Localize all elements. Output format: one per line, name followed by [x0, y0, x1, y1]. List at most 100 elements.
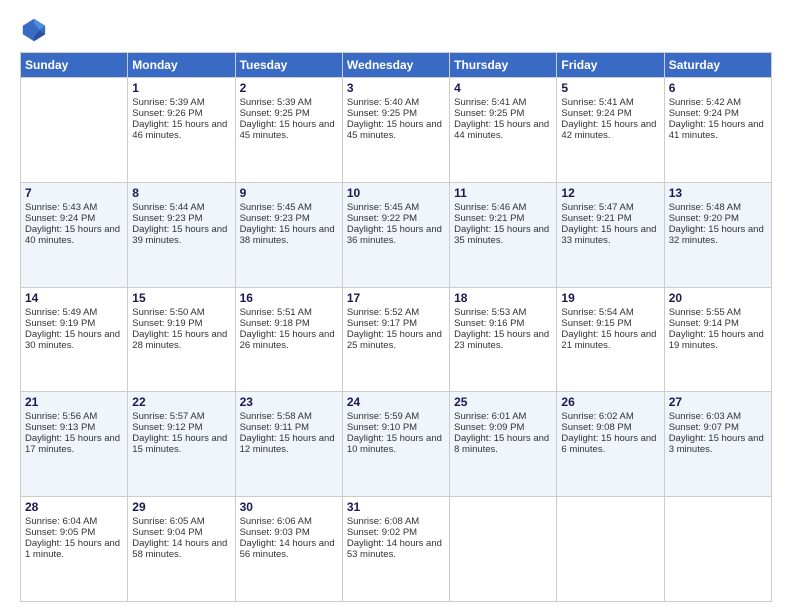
daylight-text: Daylight: 15 hours and 41 minutes.	[669, 119, 767, 141]
daylight-text: Daylight: 15 hours and 12 minutes.	[240, 433, 338, 455]
calendar-cell	[450, 497, 557, 602]
sunset-text: Sunset: 9:15 PM	[561, 318, 659, 329]
day-number: 13	[669, 186, 767, 200]
calendar-cell: 22Sunrise: 5:57 AMSunset: 9:12 PMDayligh…	[128, 392, 235, 497]
sunset-text: Sunset: 9:25 PM	[454, 108, 552, 119]
sunrise-text: Sunrise: 5:45 AM	[240, 202, 338, 213]
sunset-text: Sunset: 9:20 PM	[669, 213, 767, 224]
calendar-cell: 20Sunrise: 5:55 AMSunset: 9:14 PMDayligh…	[664, 287, 771, 392]
sunrise-text: Sunrise: 6:01 AM	[454, 411, 552, 422]
calendar-header-row: SundayMondayTuesdayWednesdayThursdayFrid…	[21, 53, 772, 78]
daylight-text: Daylight: 15 hours and 19 minutes.	[669, 329, 767, 351]
sunset-text: Sunset: 9:17 PM	[347, 318, 445, 329]
day-number: 19	[561, 291, 659, 305]
day-number: 9	[240, 186, 338, 200]
daylight-text: Daylight: 15 hours and 39 minutes.	[132, 224, 230, 246]
sunrise-text: Sunrise: 5:48 AM	[669, 202, 767, 213]
day-number: 27	[669, 395, 767, 409]
calendar-cell: 15Sunrise: 5:50 AMSunset: 9:19 PMDayligh…	[128, 287, 235, 392]
sunset-text: Sunset: 9:21 PM	[561, 213, 659, 224]
daylight-text: Daylight: 15 hours and 17 minutes.	[25, 433, 123, 455]
day-number: 14	[25, 291, 123, 305]
calendar-cell: 13Sunrise: 5:48 AMSunset: 9:20 PMDayligh…	[664, 182, 771, 287]
sunset-text: Sunset: 9:10 PM	[347, 422, 445, 433]
sunset-text: Sunset: 9:25 PM	[240, 108, 338, 119]
day-number: 28	[25, 500, 123, 514]
calendar-cell	[557, 497, 664, 602]
sunrise-text: Sunrise: 5:44 AM	[132, 202, 230, 213]
calendar-cell: 19 Sunrise: 5:54 AMSunset: 9:15 PMDayligh…	[557, 287, 664, 392]
day-header-wednesday: Wednesday	[342, 53, 449, 78]
sunset-text: Sunset: 9:07 PM	[669, 422, 767, 433]
day-number: 6	[669, 81, 767, 95]
sunset-text: Sunset: 9:26 PM	[132, 108, 230, 119]
calendar-week-4: 21Sunrise: 5:56 AMSunset: 9:13 PMDayligh…	[21, 392, 772, 497]
day-number: 29	[132, 500, 230, 514]
daylight-text: Daylight: 15 hours and 33 minutes.	[561, 224, 659, 246]
sunrise-text: Sunrise: 6:04 AM	[25, 516, 123, 527]
day-number: 1	[132, 81, 230, 95]
daylight-text: Daylight: 14 hours and 58 minutes.	[132, 538, 230, 560]
calendar-table: SundayMondayTuesdayWednesdayThursdayFrid…	[20, 52, 772, 602]
calendar-cell: 6Sunrise: 5:42 AMSunset: 9:24 PMDaylight…	[664, 78, 771, 183]
calendar-week-1: 1Sunrise: 5:39 AMSunset: 9:26 PMDaylight…	[21, 78, 772, 183]
day-number: 31	[347, 500, 445, 514]
sunset-text: Sunset: 9:24 PM	[561, 108, 659, 119]
sunrise-text: Sunrise: 6:03 AM	[669, 411, 767, 422]
day-header-saturday: Saturday	[664, 53, 771, 78]
sunset-text: Sunset: 9:22 PM	[347, 213, 445, 224]
sunset-text: Sunset: 9:23 PM	[240, 213, 338, 224]
calendar-cell: 30Sunrise: 6:06 AMSunset: 9:03 PMDayligh…	[235, 497, 342, 602]
calendar-cell: 16Sunrise: 5:51 AMSunset: 9:18 PMDayligh…	[235, 287, 342, 392]
calendar-cell: 17Sunrise: 5:52 AMSunset: 9:17 PMDayligh…	[342, 287, 449, 392]
calendar-cell	[21, 78, 128, 183]
daylight-text: Daylight: 15 hours and 44 minutes.	[454, 119, 552, 141]
day-header-thursday: Thursday	[450, 53, 557, 78]
sunrise-text: Sunrise: 5:46 AM	[454, 202, 552, 213]
sunrise-text: Sunrise: 6:05 AM	[132, 516, 230, 527]
sunset-text: Sunset: 9:23 PM	[132, 213, 230, 224]
daylight-text: Daylight: 15 hours and 21 minutes.	[561, 329, 659, 351]
sunrise-text: Sunrise: 6:06 AM	[240, 516, 338, 527]
calendar-cell: 12Sunrise: 5:47 AMSunset: 9:21 PMDayligh…	[557, 182, 664, 287]
daylight-text: Daylight: 14 hours and 56 minutes.	[240, 538, 338, 560]
page: SundayMondayTuesdayWednesdayThursdayFrid…	[0, 0, 792, 612]
calendar-cell: 5Sunrise: 5:41 AMSunset: 9:24 PMDaylight…	[557, 78, 664, 183]
daylight-text: Daylight: 14 hours and 53 minutes.	[347, 538, 445, 560]
day-number: 24	[347, 395, 445, 409]
sunrise-text: Sunrise: 6:02 AM	[561, 411, 659, 422]
daylight-text: Daylight: 15 hours and 45 minutes.	[347, 119, 445, 141]
daylight-text: Daylight: 15 hours and 30 minutes.	[25, 329, 123, 351]
daylight-text: Daylight: 15 hours and 28 minutes.	[132, 329, 230, 351]
sunset-text: Sunset: 9:02 PM	[347, 527, 445, 538]
day-number: 3	[347, 81, 445, 95]
sunset-text: Sunset: 9:05 PM	[25, 527, 123, 538]
calendar-cell: 18Sunrise: 5:53 AMSunset: 9:16 PMDayligh…	[450, 287, 557, 392]
daylight-text: Daylight: 15 hours and 1 minute.	[25, 538, 123, 560]
day-number: 30	[240, 500, 338, 514]
day-number: 25	[454, 395, 552, 409]
daylight-text: Daylight: 15 hours and 25 minutes.	[347, 329, 445, 351]
sunrise-text: Sunrise: 5:58 AM	[240, 411, 338, 422]
calendar-cell: 26Sunrise: 6:02 AMSunset: 9:08 PMDayligh…	[557, 392, 664, 497]
calendar-cell: 14Sunrise: 5:49 AMSunset: 9:19 PMDayligh…	[21, 287, 128, 392]
sunrise-text: Sunrise: 5:42 AM	[669, 97, 767, 108]
daylight-text: Daylight: 15 hours and 46 minutes.	[132, 119, 230, 141]
calendar-cell: 7Sunrise: 5:43 AMSunset: 9:24 PMDaylight…	[21, 182, 128, 287]
day-number: 10	[347, 186, 445, 200]
calendar-cell: 29Sunrise: 6:05 AMSunset: 9:04 PMDayligh…	[128, 497, 235, 602]
sunset-text: Sunset: 9:19 PM	[132, 318, 230, 329]
day-number: 7	[25, 186, 123, 200]
daylight-text: Daylight: 15 hours and 40 minutes.	[25, 224, 123, 246]
day-number: 16	[240, 291, 338, 305]
day-header-monday: Monday	[128, 53, 235, 78]
logo	[20, 16, 50, 44]
day-number: 21	[25, 395, 123, 409]
sunrise-text: Sunrise: 5:56 AM	[25, 411, 123, 422]
calendar-cell: 24Sunrise: 5:59 AMSunset: 9:10 PMDayligh…	[342, 392, 449, 497]
day-number: 2	[240, 81, 338, 95]
logo-icon	[20, 16, 48, 44]
daylight-text: Daylight: 15 hours and 45 minutes.	[240, 119, 338, 141]
sunrise-text: Sunrise: 5:54 AM	[561, 307, 659, 318]
calendar-week-3: 14Sunrise: 5:49 AMSunset: 9:19 PMDayligh…	[21, 287, 772, 392]
